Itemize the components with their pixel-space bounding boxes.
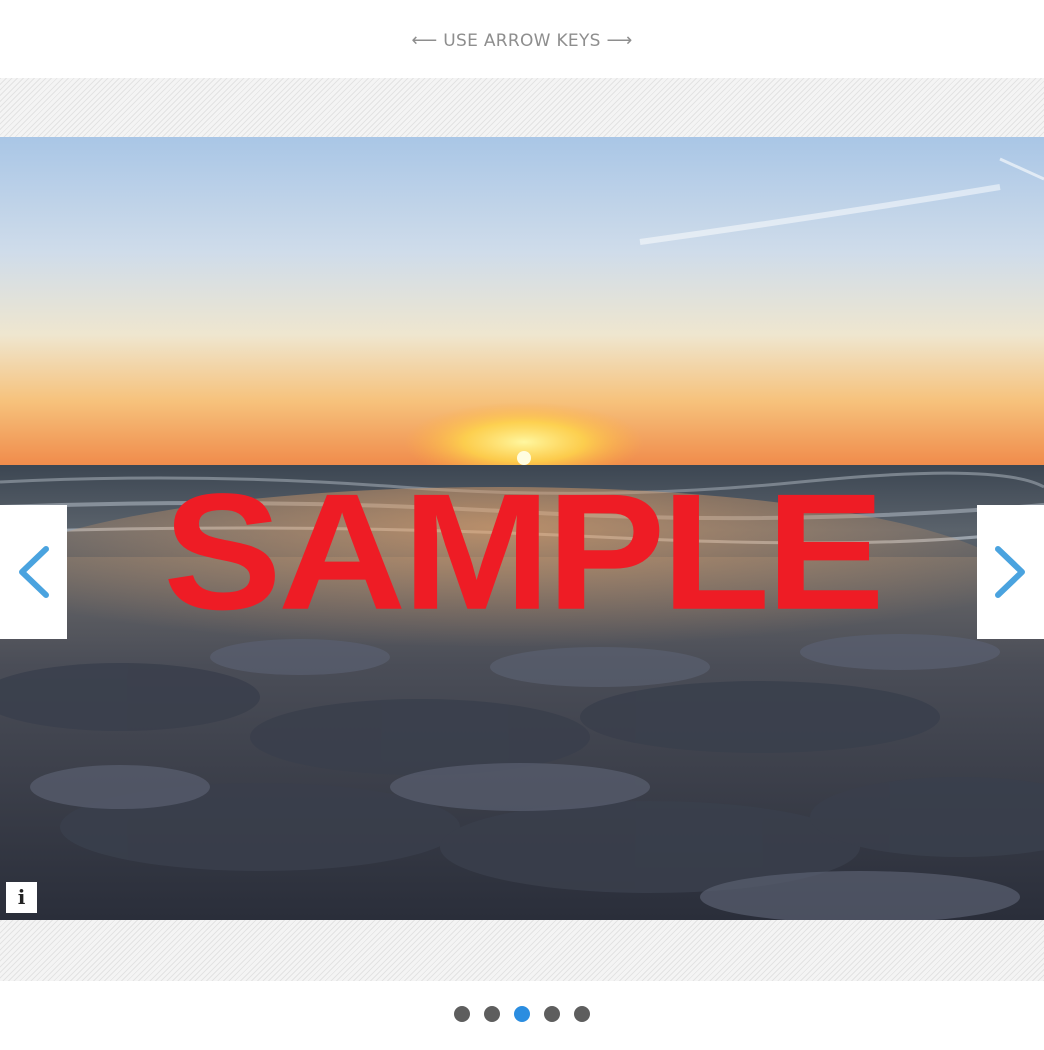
pagination-dot-active[interactable] [514, 1006, 530, 1022]
arrow-keys-hint: ⟵ USE ARROW KEYS ⟶ [0, 30, 1044, 51]
pagination-dot[interactable] [484, 1006, 500, 1022]
right-arrow-icon: ⟶ [606, 30, 633, 51]
next-slide-button[interactable] [977, 505, 1044, 639]
previous-slide-button[interactable] [0, 505, 67, 639]
left-arrow-icon: ⟵ [411, 30, 438, 51]
hint-text: USE ARROW KEYS [443, 31, 601, 51]
chevron-left-icon [19, 546, 49, 598]
chevron-right-icon [995, 546, 1025, 598]
pagination-dot[interactable] [454, 1006, 470, 1022]
slide-pagination [0, 1006, 1044, 1022]
info-button[interactable]: i [6, 882, 37, 913]
pagination-dot[interactable] [544, 1006, 560, 1022]
sample-watermark: SAMPLE [163, 458, 885, 645]
pagination-dot[interactable] [574, 1006, 590, 1022]
